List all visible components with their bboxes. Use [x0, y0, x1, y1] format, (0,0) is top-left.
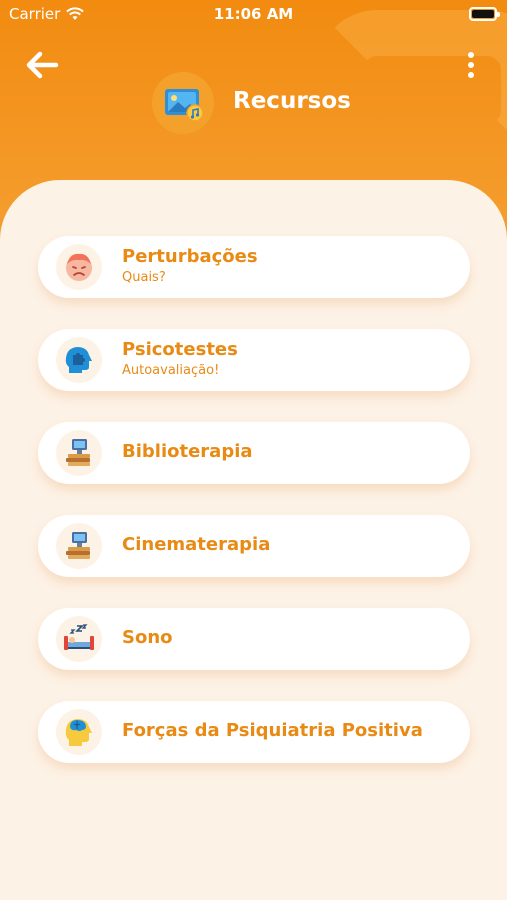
head-puzzle-icon — [56, 337, 102, 383]
menu-item-biblioterapia[interactable]: Biblioterapia — [38, 422, 470, 484]
menu-item-forcas-psiquiatria-positiva[interactable]: Forças da Psiquiatria Positiva — [38, 701, 470, 763]
menu-item-label: Cinematerapia — [122, 534, 271, 555]
battery-icon — [469, 7, 500, 21]
status-time: 11:06 AM — [213, 5, 294, 23]
sleeping-bed-icon — [56, 616, 102, 662]
menu-item-cinematerapia[interactable]: Cinematerapia — [38, 515, 470, 577]
sad-face-icon — [56, 244, 102, 290]
head-brain-icon — [56, 709, 102, 755]
menu-item-label: Perturbações — [122, 246, 258, 267]
arrow-left-icon — [26, 51, 59, 79]
more-options-button[interactable] — [465, 52, 477, 82]
menu-item-label: Psicotestes — [122, 339, 238, 360]
menu-item-label: Biblioterapia — [122, 441, 253, 462]
menu-item-subtitle: Autoavaliação! — [122, 363, 220, 378]
status-bar: Carrier 11:06 AM — [0, 0, 507, 30]
books-computer-icon — [56, 523, 102, 569]
media-image-icon — [152, 72, 214, 134]
menu-item-sono[interactable]: Sono — [38, 608, 470, 670]
menu-item-perturbacoes[interactable]: Perturbações Quais? — [38, 236, 470, 298]
menu-item-psicotestes[interactable]: Psicotestes Autoavaliação! — [38, 329, 470, 391]
more-vertical-icon — [468, 52, 474, 58]
books-computer-icon — [56, 430, 102, 476]
back-button[interactable] — [24, 50, 64, 84]
menu-item-label: Sono — [122, 627, 173, 648]
page-title: Recursos — [233, 88, 351, 114]
menu-item-subtitle: Quais? — [122, 270, 166, 285]
menu-item-label: Forças da Psiquiatria Positiva — [122, 720, 423, 741]
